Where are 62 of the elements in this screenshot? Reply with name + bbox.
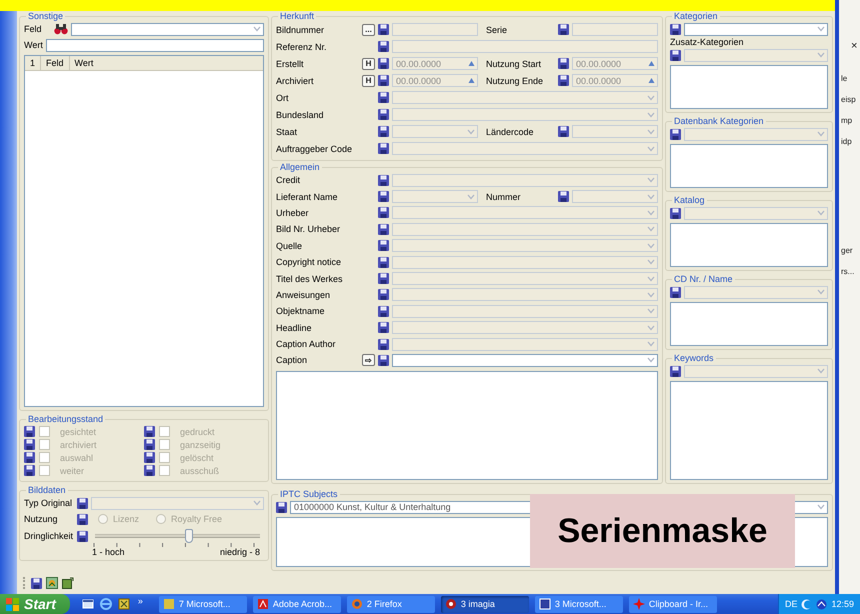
text-fragment: ger xyxy=(841,246,854,255)
checkbox-label: ausschuß xyxy=(180,466,220,476)
scale-label: 1 - hoch xyxy=(92,547,125,557)
field-label: Headline xyxy=(276,322,313,333)
checkbox-label: gelöscht xyxy=(180,452,214,462)
text-fragment: eisp xyxy=(841,95,857,104)
field-label: Wert xyxy=(24,40,43,50)
field-label: Ländercode xyxy=(485,126,535,136)
field-label: Copyright notice xyxy=(276,257,342,268)
text-fragment: idp xyxy=(841,137,853,146)
text-fragment: le xyxy=(841,74,848,83)
checkbox-label: gedruckt xyxy=(180,426,215,436)
field-label: Nutzung Ende xyxy=(485,76,544,86)
group-title: Keywords xyxy=(673,353,715,363)
field-label: Staat xyxy=(276,126,298,136)
group-title: CD Nr. / Name xyxy=(673,274,734,284)
field-label: Bild Nr. Urheber xyxy=(276,224,342,234)
checkbox-label: archiviert xyxy=(60,440,97,450)
checkbox-label: gesichtet xyxy=(60,426,96,436)
group-title: Sonstige xyxy=(27,11,64,21)
option-label: Royalty Free xyxy=(171,514,222,524)
field-label: Caption xyxy=(276,355,308,366)
field-label: Anweisungen xyxy=(276,290,332,300)
field-label: Ort xyxy=(276,92,290,102)
group-title: Herkunft xyxy=(279,11,316,21)
field-label: Archiviert xyxy=(276,76,315,86)
text-fragment: mp xyxy=(841,116,854,125)
field-label: Erstellt xyxy=(276,58,305,68)
group-title: Bilddaten xyxy=(27,485,67,495)
checkbox-label: weiter xyxy=(60,466,84,476)
group-title: Bearbeitungsstand xyxy=(27,414,104,424)
text-fragment: rs... xyxy=(841,267,856,276)
field-label: Zusatz-Kategorien xyxy=(670,37,745,47)
group-title: Kategorien xyxy=(673,11,719,21)
field-label: Quelle xyxy=(276,240,304,251)
field-label: Caption Author xyxy=(276,339,337,350)
field-label: Bundesland xyxy=(276,110,325,120)
field-label: Credit xyxy=(276,175,302,186)
option-label: Lizenz xyxy=(113,514,140,524)
field-label: Typ Original xyxy=(24,498,74,508)
field-label: Objektname xyxy=(276,306,326,316)
field-label: Bildnummer xyxy=(276,24,326,34)
field-label: Serie xyxy=(485,24,508,34)
group-title: Allgemein xyxy=(279,162,321,172)
clock: 12:59 xyxy=(831,599,854,609)
field-label: Feld xyxy=(24,24,42,34)
field-label: Lieferant Name xyxy=(276,192,339,202)
scale-label: niedrig - 8 xyxy=(220,547,260,557)
field-label: Referenz Nr. xyxy=(276,42,328,52)
field-label: Nutzung xyxy=(24,514,59,524)
field-label: Nummer xyxy=(485,192,522,202)
field-label: Titel des Werkes xyxy=(276,274,344,284)
group-title: Datenbank Kategorien xyxy=(673,116,765,126)
field-label: Auftraggeber Code xyxy=(276,144,354,154)
field-label: Dringlichkeit xyxy=(24,531,74,541)
group-title: IPTC Subjects xyxy=(279,489,339,499)
annotation-tooltip: Serienmaske xyxy=(530,494,795,568)
field-label: Nutzung Start xyxy=(485,58,542,68)
group-title: Katalog xyxy=(673,195,706,205)
checkbox-label: ganzseitig xyxy=(180,440,221,450)
checkbox-label: auswahl xyxy=(60,452,94,462)
field-label: Urheber xyxy=(276,208,310,218)
